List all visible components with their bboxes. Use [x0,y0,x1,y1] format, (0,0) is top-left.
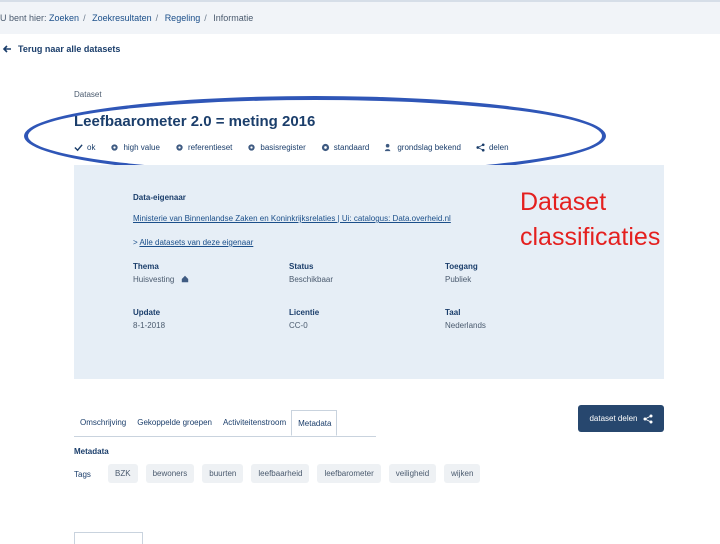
highlight-ellipse [24,96,606,176]
breadcrumb-prefix: U bent hier: [0,13,47,23]
tag-wijken[interactable]: wijken [444,464,481,483]
house-icon [181,275,188,283]
breadcrumb-zoeken[interactable]: Zoeken [49,13,79,23]
breadcrumb-informatie: Informatie [213,13,254,23]
chevron-right-icon: > [133,238,138,247]
tag-leefbaarheid[interactable]: leefbaarheid [251,464,310,483]
breadcrumb-regeling[interactable]: Regeling [165,13,201,23]
back-link-label: Terug naar alle datasets [18,44,121,54]
arrow-left-icon [2,45,11,53]
all-datasets-link[interactable]: > Alle datasets van deze eigenaar [133,238,253,247]
tag-leefbarometer[interactable]: leefbarometer [317,464,381,483]
tag-list: BZK bewoners buurten leefbaarheid leefba… [108,464,481,483]
tab-bar: Omschrijving Gekoppelde groepen Activite… [74,410,376,437]
field-update: Update 8-1-2018 [133,308,166,330]
field-toegang: Toegang Publiek [445,262,478,284]
tag-bzk[interactable]: BZK [108,464,138,483]
tag-bewoners[interactable]: bewoners [145,464,195,483]
field-taal: Taal Nederlands [445,308,486,330]
tab-gekoppelde-groepen[interactable]: Gekoppelde groepen [131,410,217,436]
breadcrumb-zoekresultaten[interactable]: Zoekresultaten [92,13,152,23]
tab-activiteitenstroom[interactable]: Activiteitenstroom [217,410,291,436]
top-bar: U bent hier: Zoeken / Zoekresultaten / Reg… [0,0,720,34]
owner-link[interactable]: Ministerie van Binnenlandse Zaken en Kon… [133,214,451,223]
field-status: Status Beschikbaar [289,262,334,284]
tab-omschrijving[interactable]: Omschrijving [74,410,131,436]
field-licentie: Licentie CC-0 [289,308,320,330]
annotation-text: Dataset classificaties [520,188,661,251]
bottom-box [74,532,143,544]
tag-veiligheid[interactable]: veiligheid [388,464,437,483]
breadcrumb: U bent hier: Zoeken / Zoekresultaten / Reg… [0,13,254,23]
tag-buurten[interactable]: buurten [202,464,244,483]
owner-heading: Data-eigenaar [133,193,186,202]
field-thema: Thema Huisvesting [133,262,189,284]
metadata-heading: Metadata [74,447,109,456]
tags-label: Tags [74,470,91,479]
share-icon [643,414,653,423]
back-link[interactable]: Terug naar alle datasets [2,44,120,54]
dataset-label: Dataset [74,90,102,99]
dataset-share-button[interactable]: dataset delen [578,405,664,432]
tab-metadata[interactable]: Metadata [291,410,338,436]
share-button-label: dataset delen [589,414,638,423]
